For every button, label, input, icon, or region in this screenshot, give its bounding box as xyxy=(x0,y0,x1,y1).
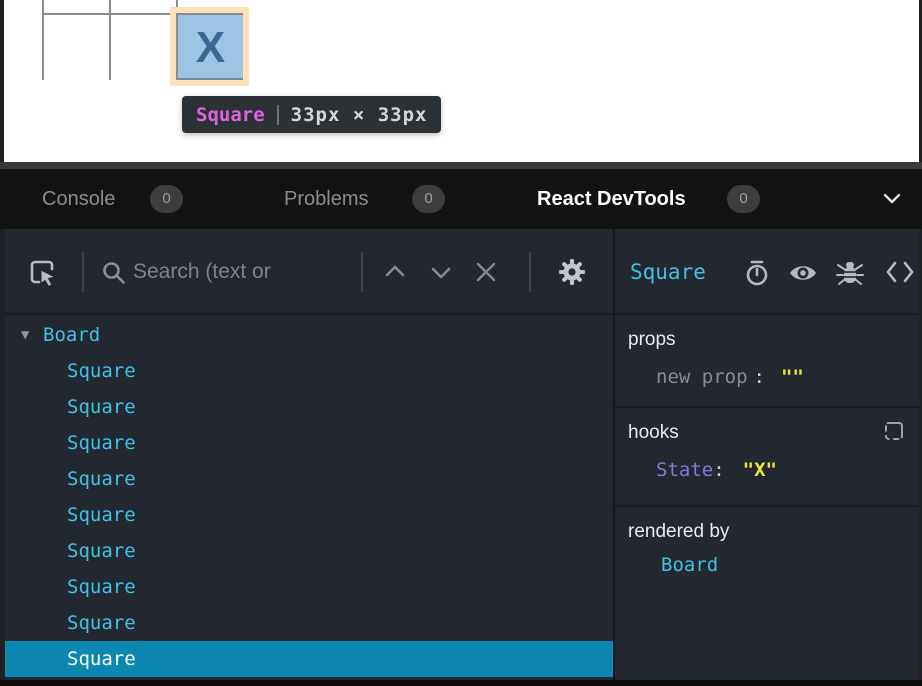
inspect-element-icon[interactable] xyxy=(27,257,59,289)
toolbar-divider xyxy=(82,252,84,292)
selected-component-title: Square xyxy=(630,229,706,315)
tree-row-board[interactable]: ▼ Board xyxy=(5,317,613,353)
tree-row[interactable]: Square xyxy=(5,569,613,605)
key-value-colon: : xyxy=(713,459,724,481)
parse-hook-names-icon[interactable] xyxy=(885,422,903,440)
settings-gear-icon[interactable] xyxy=(555,255,589,289)
tree-row[interactable]: Square xyxy=(5,533,613,569)
hook-name: State xyxy=(656,459,713,481)
tree-row-label: Square xyxy=(67,432,136,454)
tree-row-label: Square xyxy=(67,576,136,598)
props-new-prop-row: new prop: "" xyxy=(628,366,919,388)
tooltip-dimensions: 33px × 33px xyxy=(291,104,428,126)
view-source-icon[interactable] xyxy=(885,259,915,285)
debug-bug-icon[interactable] xyxy=(835,259,865,287)
hooks-state-row: State: "X" xyxy=(628,459,919,481)
tictactoe-board: X xyxy=(42,0,243,80)
suspense-timer-icon[interactable] xyxy=(743,259,771,287)
hooks-section: hooks State: "X" xyxy=(615,408,919,507)
tree-row[interactable]: Square xyxy=(5,461,613,497)
new-prop-key-input[interactable]: new prop xyxy=(656,366,748,388)
board-square[interactable] xyxy=(109,0,176,13)
new-prop-value-input[interactable]: "" xyxy=(781,366,804,388)
tree-row[interactable]: Square xyxy=(5,389,613,425)
inspect-tooltip: Square 33px × 33px xyxy=(182,96,441,133)
expand-triangle-icon[interactable]: ▼ xyxy=(21,327,43,343)
rendered-by-owner-link[interactable]: Board xyxy=(661,554,718,576)
search-icon xyxy=(101,260,127,286)
tree-row[interactable]: Square xyxy=(5,425,613,461)
tree-row-label: Square xyxy=(67,612,136,634)
rendered-by-section: rendered by Board xyxy=(615,507,919,657)
next-result-icon[interactable] xyxy=(429,265,453,281)
components-tree-panel: ▼ Board Square Square Square Square Squa… xyxy=(5,229,613,680)
tree-row[interactable]: Square xyxy=(5,353,613,389)
hooks-section-label: hooks xyxy=(628,422,919,444)
props-section-label: props xyxy=(628,329,919,351)
rendered-by-row: Board xyxy=(628,554,919,576)
component-inspector-panel: Square xyxy=(615,229,919,680)
key-value-colon: : xyxy=(754,366,765,388)
inspector-header: Square xyxy=(615,229,919,315)
board-square[interactable] xyxy=(42,13,109,80)
toolbar-divider xyxy=(361,252,363,292)
tooltip-component-name: Square xyxy=(196,104,265,126)
tab-problems[interactable]: Problems xyxy=(284,169,368,229)
tree-row-label: Square xyxy=(67,468,136,490)
tree-row-label: Square xyxy=(67,540,136,562)
hook-state-value[interactable]: "X" xyxy=(743,459,777,481)
tree-row-label: Square xyxy=(67,504,136,526)
devtools-tab-bar: Console 0 Problems 0 React DevTools 0 xyxy=(0,169,922,229)
tree-row-label: Square xyxy=(67,360,136,382)
tree-row[interactable]: Square xyxy=(5,605,613,641)
inspect-dom-eye-icon[interactable] xyxy=(788,259,818,287)
props-section: props new prop: "" xyxy=(615,315,919,408)
tree-row-label: Square xyxy=(67,396,136,418)
board-square[interactable] xyxy=(176,0,243,13)
clear-search-icon[interactable] xyxy=(473,259,499,285)
tree-row-label: Square xyxy=(67,648,136,670)
inspected-page: X Square 33px × 33px xyxy=(4,0,919,162)
console-count-badge: 0 xyxy=(150,185,183,213)
toolbar-divider xyxy=(529,252,531,292)
previous-result-icon[interactable] xyxy=(383,263,407,279)
react-devtools-panel: ▼ Board Square Square Square Square Squa… xyxy=(0,229,922,680)
react-devtools-count-badge: 0 xyxy=(727,185,760,213)
board-square[interactable] xyxy=(42,0,109,13)
board-square[interactable] xyxy=(109,13,176,80)
search-input[interactable] xyxy=(133,252,355,292)
tooltip-separator xyxy=(277,105,279,125)
devtools-resizer-handle[interactable] xyxy=(0,162,922,169)
window-bottom-edge xyxy=(0,680,922,686)
chevron-down-icon[interactable] xyxy=(882,192,902,206)
tree-toolbar xyxy=(5,229,613,315)
component-tree: ▼ Board Square Square Square Square Squa… xyxy=(5,317,613,677)
tab-console[interactable]: Console xyxy=(42,169,115,229)
devtools-window: X Square 33px × 33px Console 0 Problems … xyxy=(0,0,922,686)
rendered-by-label: rendered by xyxy=(628,521,919,543)
tab-react-devtools[interactable]: React DevTools xyxy=(537,169,686,229)
problems-count-badge: 0 xyxy=(412,185,445,213)
tree-row[interactable]: Square xyxy=(5,497,613,533)
board-square-highlighted[interactable]: X xyxy=(176,13,243,80)
tree-row-selected[interactable]: Square xyxy=(5,641,613,677)
tree-row-label: Board xyxy=(43,324,100,346)
